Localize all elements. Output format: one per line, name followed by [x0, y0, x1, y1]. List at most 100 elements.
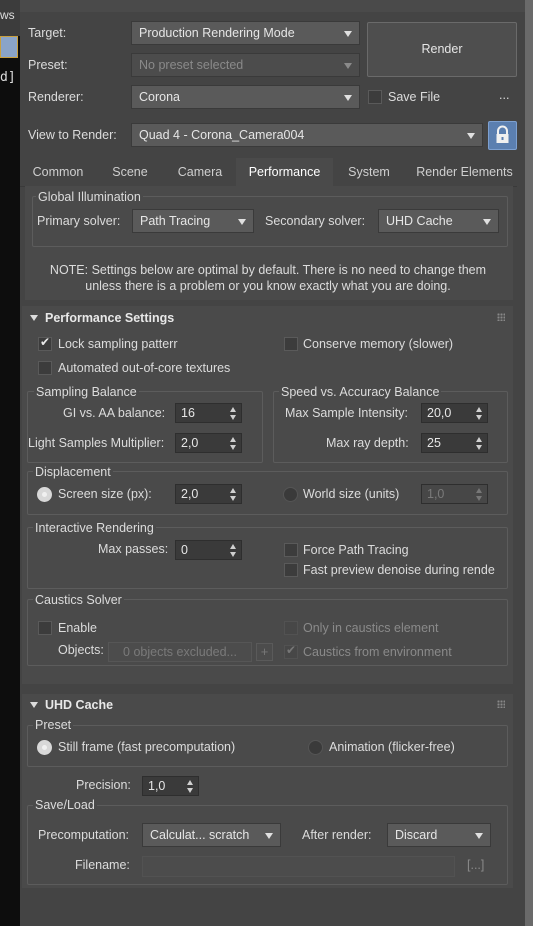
tab-performance[interactable]: Performance [236, 158, 333, 186]
screen-size-value: 2,0 [181, 487, 199, 501]
precomputation-label: Precomputation: [38, 828, 130, 842]
gi-title: Global Illumination [36, 190, 143, 204]
collapse-triangle-icon[interactable] [30, 702, 38, 708]
preset-dropdown[interactable]: No preset selected [131, 53, 360, 77]
auto-ooc-checkbox[interactable] [38, 361, 52, 375]
precision-value: 1,0 [148, 779, 166, 793]
target-value: Production Rendering Mode [139, 26, 295, 40]
renderer-value: Corona [139, 90, 180, 104]
view-to-render-label: View to Render: [28, 128, 117, 142]
max-passes-spinner[interactable]: 0 [175, 540, 242, 560]
secondary-solver-value: UHD Cache [386, 214, 453, 228]
spinner-arrows-icon[interactable] [230, 488, 237, 501]
rollout-grip-icon[interactable] [497, 700, 505, 708]
interactive-title: Interactive Rendering [33, 521, 156, 535]
caustics-env-label: Caustics from environment [303, 645, 452, 659]
uhd-cache-title[interactable]: UHD Cache [45, 698, 113, 712]
after-render-dropdown[interactable]: Discard [387, 823, 491, 847]
fast-denoise-label: Fast preview denoise during rende [303, 563, 495, 577]
script-text-fragment: d] [0, 70, 16, 85]
caustics-enable-checkbox[interactable] [38, 621, 52, 635]
precomputation-value: Calculat... scratch [150, 828, 250, 842]
render-button[interactable]: Render [367, 22, 517, 77]
view-to-render-value: Quad 4 - Corona_Camera004 [139, 128, 305, 142]
chevron-down-icon [344, 95, 352, 101]
precomputation-dropdown[interactable]: Calculat... scratch [142, 823, 281, 847]
conserve-memory-checkbox[interactable] [284, 337, 298, 351]
gi-note-line2: unless there is a problem or you know ex… [85, 279, 451, 293]
tab-system[interactable]: System [336, 158, 402, 186]
secondary-solver-dropdown[interactable]: UHD Cache [378, 209, 499, 233]
chevron-down-icon [467, 133, 475, 139]
primary-solver-dropdown[interactable]: Path Tracing [132, 209, 254, 233]
displacement-title: Displacement [33, 465, 113, 479]
lock-view-button[interactable] [488, 121, 517, 150]
viewport-background [0, 0, 20, 926]
spinner-arrows-icon[interactable] [187, 780, 194, 793]
force-path-tracing-label: Force Path Tracing [303, 543, 409, 557]
preset-label: Preset: [28, 58, 68, 72]
view-to-render-dropdown[interactable]: Quad 4 - Corona_Camera004 [131, 123, 483, 147]
gi-aa-spinner[interactable]: 16 [175, 403, 242, 423]
primary-solver-value: Path Tracing [140, 214, 211, 228]
max-intensity-value: 20,0 [427, 406, 452, 420]
browse-button[interactable]: [...] [467, 858, 484, 872]
collapse-triangle-icon[interactable] [30, 315, 38, 321]
world-size-radio[interactable] [283, 487, 298, 502]
screen-size-radio[interactable] [37, 487, 52, 502]
performance-rollout-title[interactable]: Performance Settings [45, 311, 174, 325]
only-caustics-checkbox[interactable] [284, 621, 298, 635]
animation-radio[interactable] [308, 740, 323, 755]
rollout-grip-icon[interactable] [497, 313, 505, 321]
filename-field[interactable] [142, 856, 455, 877]
chevron-down-icon [475, 833, 483, 839]
world-size-spinner[interactable]: 1,0 [421, 484, 488, 504]
still-frame-radio[interactable] [37, 740, 52, 755]
light-mult-spinner[interactable]: 2,0 [175, 433, 242, 453]
filename-label: Filename: [75, 858, 130, 872]
max-passes-label: Max passes: [98, 542, 169, 556]
caustics-env-checkbox[interactable] [284, 643, 298, 659]
fast-denoise-checkbox[interactable] [284, 563, 298, 577]
precision-spinner[interactable]: 1,0 [142, 776, 199, 796]
screen-size-spinner[interactable]: 2,0 [175, 484, 242, 504]
caustics-title: Caustics Solver [33, 593, 124, 607]
max-ray-label: Max ray depth: [326, 436, 409, 450]
chevron-down-icon [265, 833, 273, 839]
spinner-arrows-icon[interactable] [476, 488, 483, 501]
spinner-arrows-icon[interactable] [230, 544, 237, 557]
tab-camera[interactable]: Camera [166, 158, 234, 186]
caustics-enable-label: Enable [58, 621, 97, 635]
still-frame-label: Still frame (fast precomputation) [58, 740, 236, 754]
after-render-label: After render: [302, 828, 372, 842]
animation-label: Animation (flicker-free) [329, 740, 455, 754]
spinner-arrows-icon[interactable] [476, 437, 483, 450]
gi-aa-value: 16 [181, 406, 195, 420]
lock-sampling-checkbox[interactable] [38, 335, 52, 351]
secondary-solver-label: Secondary solver: [265, 214, 366, 228]
max-ray-spinner[interactable]: 25 [421, 433, 488, 453]
save-load-title: Save/Load [33, 798, 97, 812]
after-render-value: Discard [395, 828, 438, 842]
target-dropdown[interactable]: Production Rendering Mode [131, 21, 360, 45]
objects-excluded-button[interactable]: 0 objects excluded... [108, 642, 252, 662]
more-options-button[interactable]: ... [499, 88, 509, 102]
world-size-value: 1,0 [427, 487, 445, 501]
save-file-label: Save File [388, 90, 441, 104]
tab-render-elements[interactable]: Render Elements [406, 158, 523, 186]
dialog-titlebar[interactable] [20, 0, 525, 12]
toolbar-button-fragment[interactable] [0, 36, 18, 58]
chevron-down-icon [238, 219, 246, 225]
max-intensity-spinner[interactable]: 20,0 [421, 403, 488, 423]
renderer-dropdown[interactable]: Corona [131, 85, 360, 109]
force-path-tracing-checkbox[interactable] [284, 543, 298, 557]
save-file-checkbox[interactable] [368, 90, 382, 104]
spinner-arrows-icon[interactable] [230, 407, 237, 420]
gi-aa-label: GI vs. AA balance: [63, 406, 166, 420]
max-intensity-label: Max Sample Intensity: [285, 406, 408, 420]
add-object-button[interactable]: + [256, 643, 273, 661]
tab-common[interactable]: Common [22, 158, 94, 186]
spinner-arrows-icon[interactable] [476, 407, 483, 420]
tab-scene[interactable]: Scene [98, 158, 162, 186]
spinner-arrows-icon[interactable] [230, 437, 237, 450]
